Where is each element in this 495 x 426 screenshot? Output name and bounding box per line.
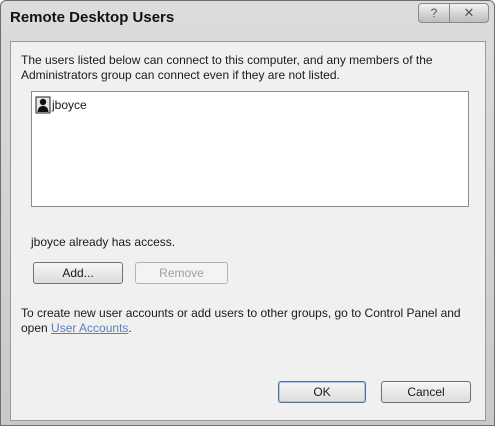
dialog-body: The users listed below can connect to th… (10, 41, 486, 421)
add-button[interactable]: Add... (33, 262, 123, 284)
ok-button[interactable]: OK (278, 381, 366, 403)
title-bar[interactable]: Remote Desktop Users ? ✕ (1, 1, 494, 33)
user-name: jboyce (52, 98, 87, 112)
user-list[interactable]: jboyce (31, 91, 469, 207)
user-accounts-link[interactable]: User Accounts (51, 321, 128, 335)
access-status-text: jboyce already has access. (31, 235, 176, 249)
user-icon (35, 96, 51, 114)
help-icon: ? (430, 6, 438, 20)
footer-text: To create new user accounts or add users… (21, 306, 477, 336)
help-button[interactable]: ? (418, 3, 450, 23)
close-button[interactable]: ✕ (449, 3, 489, 23)
footer-text-after: . (128, 321, 132, 335)
list-item[interactable]: jboyce (35, 96, 87, 114)
close-icon: ✕ (463, 5, 475, 20)
remote-desktop-users-dialog: Remote Desktop Users ? ✕ The users liste… (0, 0, 495, 426)
remove-button[interactable]: Remove (135, 262, 228, 284)
description-text: The users listed below can connect to th… (21, 53, 433, 82)
dialog-title: Remote Desktop Users (10, 9, 175, 26)
cancel-button[interactable]: Cancel (381, 381, 471, 403)
